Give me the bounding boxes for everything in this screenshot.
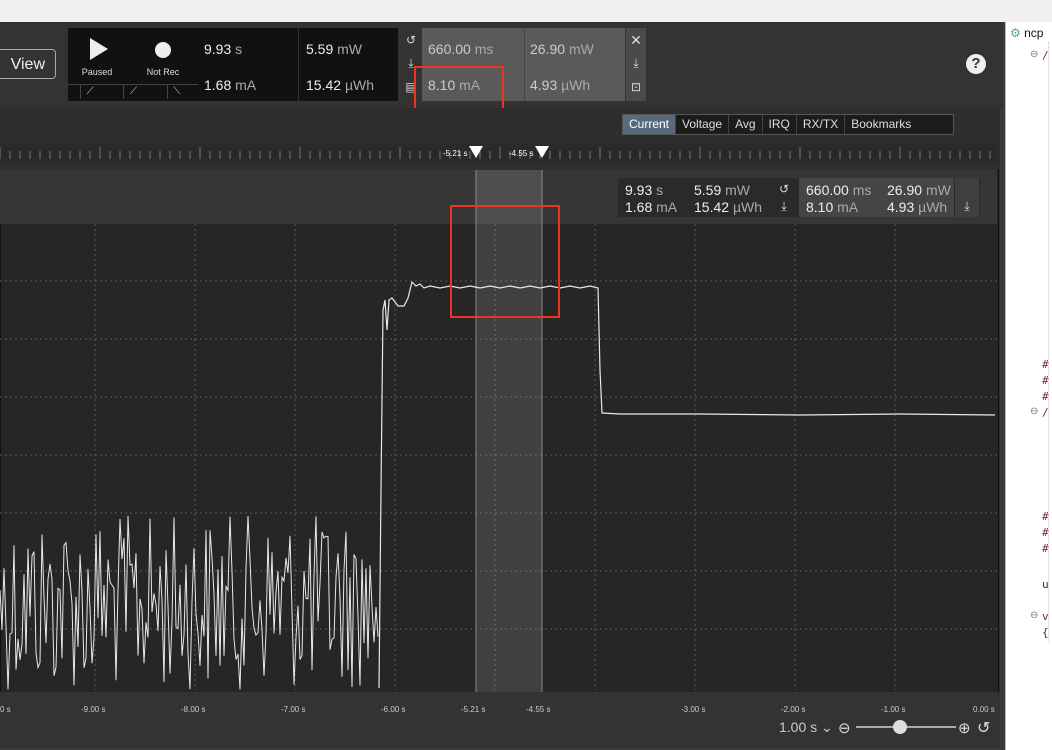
window-energy: 15.42 µWh bbox=[306, 77, 375, 93]
zoom-scale-select[interactable]: 1.00 s ⌄ bbox=[779, 719, 833, 736]
trigger-buttons: ⟋ ⟋ ⟍ bbox=[68, 84, 198, 102]
time-ruler bbox=[0, 143, 997, 163]
overlay-duration: 9.93 s bbox=[625, 182, 664, 198]
tab-irq[interactable]: IRQ bbox=[763, 115, 797, 134]
rising-trigger-icon[interactable]: ⟋ bbox=[123, 85, 142, 99]
x-tick: -9.00 s bbox=[81, 705, 106, 714]
reset-icon[interactable]: ↺ bbox=[402, 33, 420, 47]
x-tick: -5.21 s bbox=[461, 705, 486, 714]
overlay-energy: 15.42 µWh bbox=[694, 199, 763, 215]
x-tick: -6.00 s bbox=[381, 705, 406, 714]
selection-energy: 4.93 µWh bbox=[530, 77, 591, 93]
overlay-selection-energy: 4.93 µWh bbox=[887, 199, 948, 215]
play-icon[interactable] bbox=[88, 36, 110, 62]
highlight-box bbox=[450, 205, 560, 318]
code-line: # bbox=[1042, 390, 1049, 403]
tab-avg[interactable]: Avg bbox=[729, 115, 763, 134]
zoom-slider-handle[interactable] bbox=[893, 720, 907, 734]
help-icon[interactable]: ? bbox=[966, 54, 986, 74]
trace-tabs: Current Voltage Avg IRQ RX/TX Bookmarks bbox=[622, 114, 954, 135]
selection-power: 26.90 mW bbox=[530, 41, 594, 57]
cursor-marker-right-icon[interactable] bbox=[535, 146, 550, 159]
export-icon[interactable]: ⤓ bbox=[958, 199, 976, 214]
overlay-selection-current: 8.10 mA bbox=[806, 199, 859, 215]
zoom-in-icon[interactable]: ⊕ bbox=[958, 719, 971, 737]
reset-icon[interactable]: ↺ bbox=[775, 182, 793, 196]
fold-icon[interactable]: ⊖ bbox=[1030, 406, 1038, 417]
x-tick: -7.00 s bbox=[281, 705, 306, 714]
code-line: v bbox=[1042, 610, 1049, 623]
code-line: / bbox=[1042, 49, 1049, 62]
fold-icon[interactable]: ⊖ bbox=[1030, 49, 1038, 60]
trace-noise bbox=[0, 515, 379, 690]
code-line: # bbox=[1042, 542, 1049, 555]
x-tick: -1.00 s bbox=[881, 705, 906, 714]
code-line: / bbox=[1042, 406, 1049, 419]
divider bbox=[298, 28, 299, 101]
tab-bookmarks[interactable]: Bookmarks bbox=[845, 115, 917, 134]
zoom-out-icon[interactable]: ⊖ bbox=[838, 719, 851, 737]
window-top-strip bbox=[0, 0, 1052, 22]
close-icon[interactable]: ✕ bbox=[627, 32, 645, 49]
x-tick: -8.00 s bbox=[181, 705, 206, 714]
tab-current[interactable]: Current bbox=[623, 115, 677, 134]
view-button[interactable]: View bbox=[0, 49, 56, 79]
file-icon: ⚙ bbox=[1010, 26, 1021, 40]
code-line: # bbox=[1042, 374, 1049, 387]
cursor-label-right: -4.55 s bbox=[509, 149, 534, 158]
selection-duration: 660.00 ms bbox=[428, 41, 494, 57]
window-power: 5.59 mW bbox=[306, 41, 363, 57]
trace-pulse bbox=[378, 280, 996, 689]
cursor-label-left: -5.21 s bbox=[443, 149, 468, 158]
window-duration: 9.93 s bbox=[204, 41, 243, 57]
play-status-label: Paused bbox=[81, 67, 113, 77]
chevron-down-icon: ⌄ bbox=[821, 719, 833, 735]
cursor-marker-left-icon[interactable] bbox=[469, 146, 484, 159]
zoom-to-selection-icon[interactable]: ⊡ bbox=[627, 80, 645, 94]
export-icon[interactable]: ⤓ bbox=[627, 56, 645, 71]
reset-zoom-icon[interactable]: ↺ bbox=[977, 718, 990, 738]
record-icon[interactable] bbox=[153, 40, 173, 60]
fold-icon[interactable]: ⊖ bbox=[1030, 610, 1038, 621]
x-tick: -4.55 s bbox=[526, 705, 551, 714]
falling-trigger-icon[interactable]: ⟍ bbox=[166, 85, 186, 99]
edge-trigger-icon[interactable]: ⟋ bbox=[80, 85, 99, 99]
tab-rxtx[interactable]: RX/TX bbox=[797, 115, 846, 134]
overlay-selection-duration: 660.00 ms bbox=[806, 182, 872, 198]
divider bbox=[524, 28, 525, 101]
x-tick: -3.00 s bbox=[681, 705, 706, 714]
export-icon[interactable]: ⤓ bbox=[775, 199, 793, 214]
ruler-ticks bbox=[0, 147, 991, 159]
overlay-current: 1.68 mA bbox=[625, 199, 678, 215]
editor-tab[interactable]: ⚙ ncp bbox=[1010, 26, 1043, 40]
record-status-label: Not Rec bbox=[146, 67, 180, 77]
highlight-box bbox=[414, 66, 504, 110]
code-line: # bbox=[1042, 526, 1049, 539]
overlay-power: 5.59 mW bbox=[694, 182, 751, 198]
code-line: u bbox=[1042, 578, 1049, 591]
code-line: { bbox=[1042, 626, 1049, 639]
tab-voltage[interactable]: Voltage bbox=[676, 115, 730, 134]
window-current: 1.68 mA bbox=[204, 77, 257, 93]
overlay-selection-power: 26.90 mW bbox=[887, 182, 951, 198]
code-line: # bbox=[1042, 358, 1049, 371]
x-tick: -2.00 s bbox=[781, 705, 806, 714]
x-tick: 0.00 s bbox=[973, 705, 995, 714]
x-tick: 0 s bbox=[0, 705, 11, 714]
code-line: # bbox=[1042, 510, 1049, 523]
